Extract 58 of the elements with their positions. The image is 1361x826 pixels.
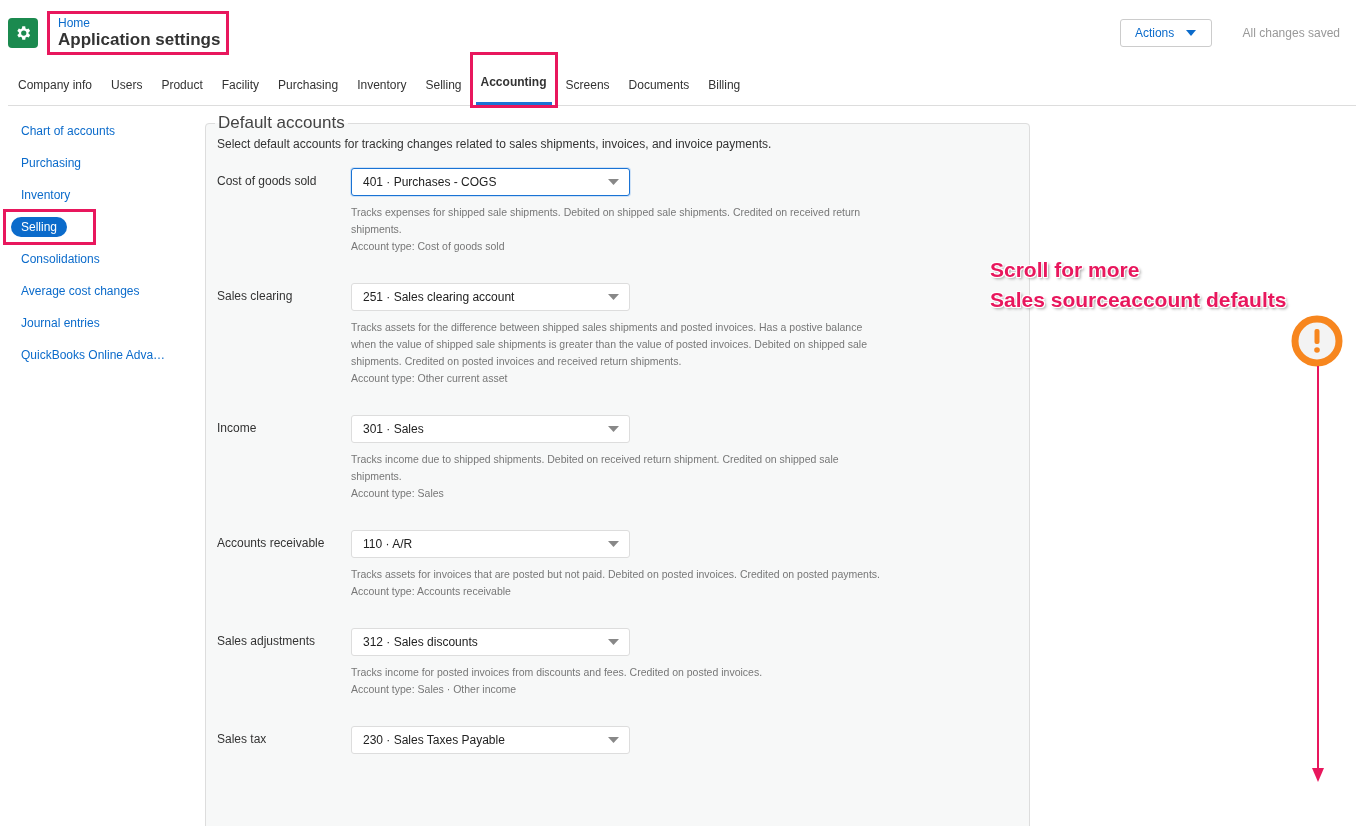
- account-type: Account type: Sales · Other income: [351, 682, 518, 697]
- field-description: Tracks assets for invoices that are posted but not paid. Debited on posted invoices. Credited on posted payments.: [351, 567, 881, 582]
- account-type: Account type: Sales: [351, 486, 445, 501]
- account-dropdown[interactable]: 230 · Sales Taxes Payable: [351, 726, 630, 754]
- tab[interactable]: Facility: [216, 71, 265, 105]
- sidebar-item[interactable]: Inventory: [11, 185, 81, 205]
- field-label: Sales tax: [217, 731, 268, 748]
- tab[interactable]: Product: [156, 71, 208, 105]
- account-dropdown[interactable]: 251 · Sales clearing account: [351, 283, 630, 311]
- account-dropdown[interactable]: 401 · Purchases - COGS: [351, 168, 630, 196]
- caret-icon: [608, 179, 619, 185]
- tab[interactable]: Purchasing: [273, 71, 344, 105]
- sidebar-item[interactable]: Selling: [11, 217, 68, 237]
- tab[interactable]: Users: [106, 71, 148, 105]
- breadcrumb-link[interactable]: Home: [58, 16, 221, 30]
- tab[interactable]: Billing: [703, 71, 746, 105]
- caret-icon: [608, 541, 619, 547]
- exclamation-icon: [1289, 313, 1345, 369]
- gear-icon: [8, 18, 38, 48]
- account-type: Account type: Cost of goods sold: [351, 239, 506, 254]
- page-title: Application settings: [58, 30, 221, 50]
- caret-icon: [608, 426, 619, 432]
- account-dropdown[interactable]: 312 · Sales discounts: [351, 628, 630, 656]
- caret-icon: [608, 639, 619, 645]
- section-intro: Select default accounts for tracking changes related to sales shipments, invoices, and invoice payments.: [217, 137, 773, 151]
- field-description: Tracks expenses for shipped sale shipments. Debited on shipped sale shipments. Credited on received return shipments.: [351, 205, 862, 237]
- sidebar-item[interactable]: Journal entries: [11, 313, 110, 333]
- sidebar-item[interactable]: Purchasing: [11, 153, 92, 173]
- sidebar-item[interactable]: Chart of accounts: [11, 121, 126, 141]
- field-description: Tracks assets for the difference between shipped sales shipments and posted invoices. Has a postive balance when the value of shipped sale shipments is greater than the value of posted invoices. Debited on shipped sale shipments. Credited on posted invoices and received return shipments.: [351, 320, 868, 369]
- field-label: Accounts receivable: [217, 535, 326, 552]
- tab[interactable]: Selling: [420, 71, 467, 105]
- account-type: Account type: Other current asset: [351, 371, 509, 386]
- field-description: Tracks income due to shipped shipments. Debited on received return shipment. Credited on shipped sale shipments.: [351, 452, 840, 484]
- field-label: Income: [217, 420, 258, 437]
- field-label: Sales clearing: [217, 288, 294, 305]
- account-type: Account type: Accounts receivable: [351, 584, 512, 599]
- callout-text: Sales sourceaccount defaults: [990, 287, 1287, 313]
- caret-icon: [1186, 30, 1197, 36]
- callout-text: Scroll for more: [990, 257, 1141, 283]
- actions-button[interactable]: Actions: [1119, 19, 1212, 47]
- field-label: Sales adjustments: [217, 633, 317, 650]
- account-dropdown[interactable]: 301 · Sales: [351, 415, 630, 443]
- tab[interactable]: Screens: [560, 71, 615, 105]
- section-title: Default accounts: [217, 113, 346, 133]
- sidebar-item[interactable]: QuickBooks Online Adva…: [11, 345, 176, 365]
- tab[interactable]: Documents: [623, 71, 695, 105]
- sidebar-item[interactable]: Consolidations: [11, 249, 110, 269]
- caret-icon: [608, 737, 619, 743]
- tab[interactable]: Accounting: [475, 68, 552, 105]
- field-description: Tracks income for posted invoices from discounts and fees. Credited on posted invoices.: [351, 665, 764, 680]
- field-label: Cost of goods sold: [217, 173, 318, 190]
- tab[interactable]: Company info: [13, 71, 98, 105]
- tab[interactable]: Inventory: [352, 71, 412, 105]
- account-dropdown[interactable]: 110 · A/R: [351, 530, 630, 558]
- save-status: All changes saved: [1242, 26, 1340, 40]
- caret-icon: [608, 294, 619, 300]
- sidebar-item[interactable]: Average cost changes: [11, 281, 150, 301]
